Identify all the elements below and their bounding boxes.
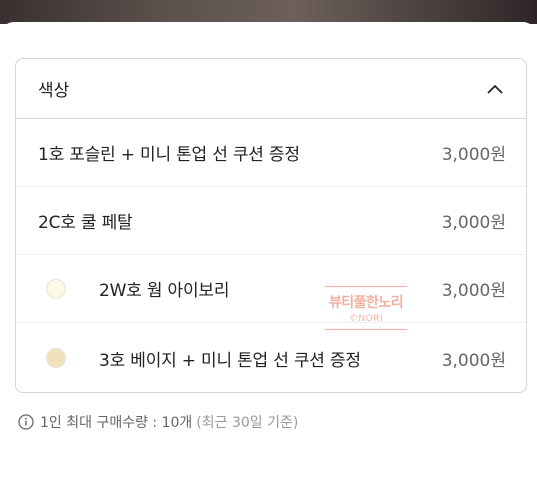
notice-text: 1인 최대 구매수량 : 10개	[40, 415, 193, 431]
option-label: 1호 포슬린 + 미니 톤업 선 쿠션 증정	[38, 145, 300, 165]
option-label: 3호 베이지 + 미니 톤업 선 쿠션 증정	[99, 350, 361, 371]
option-item-2[interactable]: 2C호 쿨 페탈 3,000원	[16, 187, 526, 255]
product-image-strip	[0, 0, 537, 24]
dropdown-header[interactable]: 색상	[16, 59, 526, 119]
option-price: 3,000원	[441, 145, 506, 165]
option-item-1[interactable]: 1호 포슬린 + 미니 톤업 선 쿠션 증정 3,000원	[16, 119, 526, 187]
color-option-dropdown: 색상 1호 포슬린 + 미니 톤업 선 쿠션 증정 3,000원 2C호 쿨 페…	[15, 58, 527, 393]
purchase-limit-notice: 1인 최대 구매수량 : 10개 (최근 30일 기준)	[18, 412, 298, 432]
color-swatch	[46, 348, 66, 368]
info-circle-icon	[18, 414, 34, 430]
option-item-4[interactable]: 3호 베이지 + 미니 톤업 선 쿠션 증정 3,000원	[16, 323, 526, 392]
option-price: 3,000원	[441, 213, 506, 233]
chevron-up-icon[interactable]	[486, 80, 504, 98]
option-label: 2C호 쿨 페탈	[38, 213, 133, 233]
notice-subtext: (최근 30일 기준)	[196, 415, 299, 431]
option-price: 3,000원	[441, 281, 506, 301]
color-swatch	[46, 278, 66, 299]
option-item-3[interactable]: 2W호 웜 아이보리 3,000원	[16, 255, 526, 323]
option-label: 2W호 웜 아이보리	[99, 281, 230, 301]
option-price: 3,000원	[441, 350, 506, 371]
dropdown-title: 색상	[38, 81, 70, 101]
